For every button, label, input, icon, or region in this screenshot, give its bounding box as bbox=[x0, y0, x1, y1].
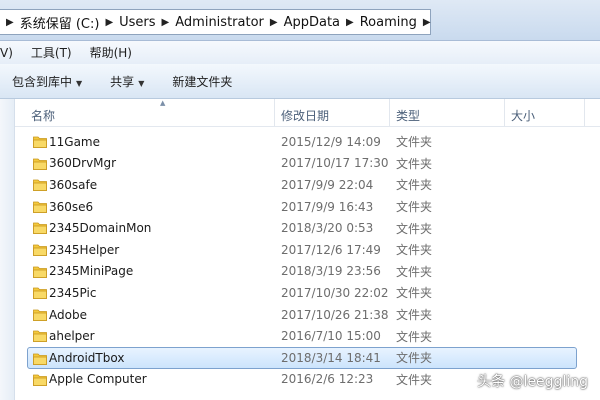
column-divider[interactable] bbox=[389, 99, 390, 126]
file-name[interactable]: 360se6 bbox=[49, 200, 93, 214]
breadcrumb-roaming[interactable]: Roaming bbox=[360, 15, 417, 30]
breadcrumb-drive[interactable]: 系统保留 (C:) bbox=[20, 13, 100, 32]
file-type: 文件夹 bbox=[396, 243, 433, 258]
file-name[interactable]: 2345DomainMon bbox=[49, 221, 151, 235]
file-type: 文件夹 bbox=[396, 329, 433, 344]
file-list: 11Game 2015/12/9 14:09 文件夹 360DrvMgr 2017/10… bbox=[15, 131, 600, 390]
file-date: 2017/10/30 22:02 bbox=[281, 285, 389, 300]
share-button[interactable]: 共享 ▼ bbox=[110, 73, 144, 90]
folder-icon bbox=[33, 136, 47, 148]
folder-icon bbox=[33, 309, 47, 321]
file-date: 2018/3/20 0:53 bbox=[281, 221, 374, 236]
dropdown-arrow-icon: ▼ bbox=[76, 78, 83, 88]
file-row[interactable]: 2345DomainMon 2018/3/20 0:53 文件夹 bbox=[15, 217, 600, 239]
file-date: 2016/2/6 12:23 bbox=[281, 372, 374, 387]
file-name[interactable]: AndroidTbox bbox=[49, 351, 124, 365]
column-divider[interactable] bbox=[274, 99, 275, 126]
file-row[interactable]: 2345Pic 2017/10/30 22:02 文件夹 bbox=[15, 282, 600, 304]
file-date: 2018/3/19 23:56 bbox=[281, 264, 381, 279]
address-bar[interactable]: ▶ 系统保留 (C:) ▶ Users ▶ Administrator ▶ Ap… bbox=[0, 9, 431, 35]
folder-icon bbox=[33, 244, 47, 256]
column-header: ▲ 名称 修改日期 类型 大小 bbox=[15, 99, 600, 127]
new-folder-button[interactable]: 新建文件夹 bbox=[172, 73, 232, 90]
dropdown-arrow-icon: ▼ bbox=[138, 78, 145, 88]
navigation-pane[interactable] bbox=[0, 99, 15, 400]
chevron-right-icon[interactable]: ▶ bbox=[270, 17, 278, 28]
menu-view[interactable]: V) bbox=[0, 46, 13, 60]
file-date: 2017/12/6 17:49 bbox=[281, 242, 381, 257]
folder-icon bbox=[33, 353, 47, 365]
folder-icon bbox=[33, 266, 47, 278]
column-date-modified[interactable]: 修改日期 bbox=[281, 107, 329, 124]
chevron-right-icon[interactable]: ▶ bbox=[105, 17, 113, 28]
chevron-right-icon[interactable]: ▶ bbox=[162, 17, 170, 28]
folder-icon bbox=[33, 179, 47, 192]
file-date: 2017/9/9 22:04 bbox=[281, 177, 374, 192]
file-type: 文件夹 bbox=[396, 351, 433, 366]
chevron-right-icon[interactable]: ▶ bbox=[423, 17, 431, 28]
file-row[interactable]: 2345MiniPage 2018/3/19 23:56 文件夹 bbox=[15, 261, 600, 283]
file-name[interactable]: 360safe bbox=[49, 178, 97, 192]
file-date: 2018/3/14 18:41 bbox=[281, 350, 381, 365]
file-row[interactable]: Adobe 2017/10/26 21:38 文件夹 bbox=[15, 304, 600, 326]
file-type: 文件夹 bbox=[396, 264, 433, 279]
chevron-right-icon[interactable]: ▶ bbox=[346, 17, 354, 28]
file-name[interactable]: 2345Helper bbox=[49, 243, 119, 257]
share-label: 共享 bbox=[110, 74, 135, 89]
file-name[interactable]: Apple Computer bbox=[49, 372, 147, 386]
file-row[interactable]: 360safe 2017/9/9 22:04 文件夹 bbox=[15, 174, 600, 196]
file-name[interactable]: 2345Pic bbox=[49, 286, 96, 300]
file-type: 文件夹 bbox=[396, 372, 433, 387]
breadcrumb-appdata[interactable]: AppData bbox=[284, 15, 340, 30]
folder-icon bbox=[33, 158, 47, 170]
file-row[interactable]: 360DrvMgr 2017/10/17 17:30 文件夹 bbox=[15, 153, 600, 175]
file-date: 2015/12/9 14:09 bbox=[281, 134, 381, 149]
file-type: 文件夹 bbox=[396, 308, 433, 323]
include-in-library-button[interactable]: 包含到库中 ▼ bbox=[12, 73, 82, 90]
watermark: 头条 @leeggling bbox=[477, 374, 588, 390]
file-row[interactable]: AndroidTbox 2018/3/14 18:41 文件夹 bbox=[27, 346, 577, 369]
sort-ascending-icon: ▲ bbox=[160, 99, 166, 107]
file-type: 文件夹 bbox=[396, 135, 433, 150]
file-name[interactable]: ahelper bbox=[49, 329, 95, 343]
column-name[interactable]: 名称 bbox=[31, 107, 55, 124]
file-type: 文件夹 bbox=[396, 156, 433, 171]
file-date: 2016/7/10 15:00 bbox=[281, 329, 381, 344]
menu-help[interactable]: 帮助(H) bbox=[90, 44, 132, 61]
chevron-right-icon[interactable]: ▶ bbox=[6, 17, 14, 28]
column-divider[interactable] bbox=[584, 99, 585, 126]
file-date: 2017/9/9 16:43 bbox=[281, 199, 374, 214]
file-type: 文件夹 bbox=[396, 178, 433, 193]
folder-icon bbox=[33, 287, 47, 300]
breadcrumb-users[interactable]: Users bbox=[119, 15, 155, 30]
folder-icon bbox=[33, 374, 47, 386]
file-type: 文件夹 bbox=[396, 221, 433, 236]
file-type: 文件夹 bbox=[396, 200, 433, 215]
column-divider[interactable] bbox=[504, 99, 505, 126]
include-in-library-label: 包含到库中 bbox=[12, 74, 73, 89]
file-row[interactable]: 360se6 2017/9/9 16:43 文件夹 bbox=[15, 196, 600, 218]
column-type[interactable]: 类型 bbox=[396, 107, 420, 124]
file-type: 文件夹 bbox=[396, 286, 433, 301]
file-name[interactable]: Adobe bbox=[49, 308, 87, 322]
address-bar-area: ▶ 系统保留 (C:) ▶ Users ▶ Administrator ▶ Ap… bbox=[0, 0, 600, 41]
file-row[interactable]: 11Game 2015/12/9 14:09 文件夹 bbox=[15, 131, 600, 153]
file-date: 2017/10/17 17:30 bbox=[281, 156, 389, 171]
file-name[interactable]: 360DrvMgr bbox=[49, 156, 116, 170]
breadcrumb-administrator[interactable]: Administrator bbox=[175, 15, 264, 30]
file-row[interactable]: ahelper 2016/7/10 15:00 文件夹 bbox=[15, 325, 600, 347]
menu-bar: V) 工具(T) 帮助(H) bbox=[0, 41, 600, 64]
column-size[interactable]: 大小 bbox=[511, 107, 535, 124]
menu-tools[interactable]: 工具(T) bbox=[31, 44, 72, 61]
folder-icon bbox=[33, 222, 47, 235]
folder-icon bbox=[33, 330, 47, 343]
file-name[interactable]: 2345MiniPage bbox=[49, 264, 133, 278]
file-row[interactable]: 2345Helper 2017/12/6 17:49 文件夹 bbox=[15, 239, 600, 261]
command-toolbar: 包含到库中 ▼ 共享 ▼ 新建文件夹 bbox=[0, 64, 600, 99]
file-name[interactable]: 11Game bbox=[49, 135, 100, 149]
folder-icon bbox=[33, 201, 47, 213]
file-date: 2017/10/26 21:38 bbox=[281, 307, 389, 322]
